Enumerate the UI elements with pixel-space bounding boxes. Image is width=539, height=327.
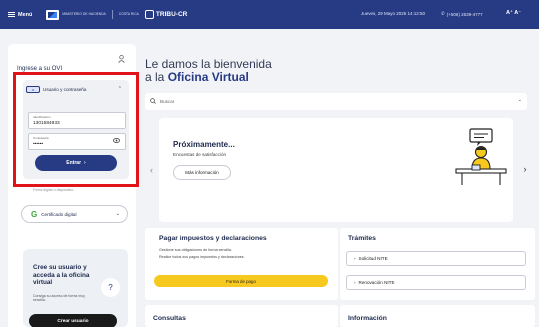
question-icon[interactable]: ? [101,278,120,297]
brand-name: TRIBU-CR [155,11,188,18]
information-title: Información [348,315,387,322]
carousel-title: Próximamente... [173,140,235,149]
more-info-button[interactable]: Más información [173,165,231,180]
user-icon [118,55,125,65]
tribu-mark-icon [144,10,154,19]
phone-number: (+506) 2539-4777 [446,11,483,17]
logo-divider [111,10,113,19]
font-size-controls[interactable]: A⁺ A⁻ [506,10,521,16]
menu-label: Menú [18,11,33,18]
phone-contact[interactable]: ✆ (+506) 2539-4777 [441,11,483,17]
menu-button[interactable]: Menú [8,12,32,18]
pay-taxes-line1: Gestione sus obligaciones de forma senci… [159,248,232,252]
survey-illustration [452,127,510,187]
highlight-box [13,72,139,187]
welcome-prefix: a la [145,70,168,84]
hamburger-icon [8,12,15,17]
certificate-label: Certificado digital [41,211,77,217]
chevron-down-icon: ⌄ [115,211,120,217]
country-name: COSTA RICA [118,11,139,16]
pay-taxes-line2: Realice todos sus pagos impuestos y decl… [159,255,245,259]
search-placeholder: Buscar [160,99,175,104]
pay-taxes-title: Pagar impuestos y declaraciones [159,235,267,242]
chevron-right-icon: › [354,280,356,285]
top-bar: Menú MINISTERIO DE HACIENDA COSTA RICA T… [0,0,539,29]
ministry-emblem-icon [46,9,60,20]
chevron-down-icon: ⌄ [517,97,522,103]
search-icon [150,98,156,105]
procedure-label: Renovación NITE [358,280,395,285]
signup-title: Cree su usuario y acceda a la oficina vi… [33,264,90,287]
search-input[interactable]: Buscar ⌄ [145,93,527,110]
ministry-name: MINISTERIO DE HACIENDA [62,11,106,16]
certificate-icon: G [31,209,38,219]
carousel-subtitle: Encuestas de satisfacción [173,152,227,157]
firma-digital-option[interactable]: Firma digital o dispositivo [33,188,127,192]
ministry-logo[interactable]: MINISTERIO DE HACIENDA COSTA RICA [46,9,139,20]
chevron-right-icon: › [354,256,356,261]
procedure-label: Solicitud NITE [358,256,388,261]
datetime: Jueves, 29 Mayo 2025 14:12:50 [361,11,426,16]
create-user-button[interactable]: Crear usuario [29,314,117,327]
welcome-highlight: Oficina Virtual [167,70,249,84]
digital-certificate-option[interactable]: G Certificado digital ⌄ [21,205,128,223]
welcome-title-line2: a la Oficina Virtual [145,70,249,84]
procedures-title: Trámites [348,235,376,242]
carousel-next-icon[interactable]: › [518,162,532,176]
procedure-link[interactable]: › Solicitud NITE [346,251,526,266]
signup-subtitle: Consiga su acceso de forma muy sencilla. [33,294,85,303]
tribu-logo[interactable]: TRIBU-CR [144,10,188,19]
phone-icon: ✆ [441,11,445,16]
queries-title: Consultas [153,315,186,322]
procedure-link[interactable]: › Renovación NITE [346,275,526,290]
carousel-prev-icon[interactable]: ‹ [150,165,153,175]
welcome-title-line1: Le damos la bienvenida [145,57,272,71]
payment-method-button[interactable]: Forma de pago [154,275,328,287]
